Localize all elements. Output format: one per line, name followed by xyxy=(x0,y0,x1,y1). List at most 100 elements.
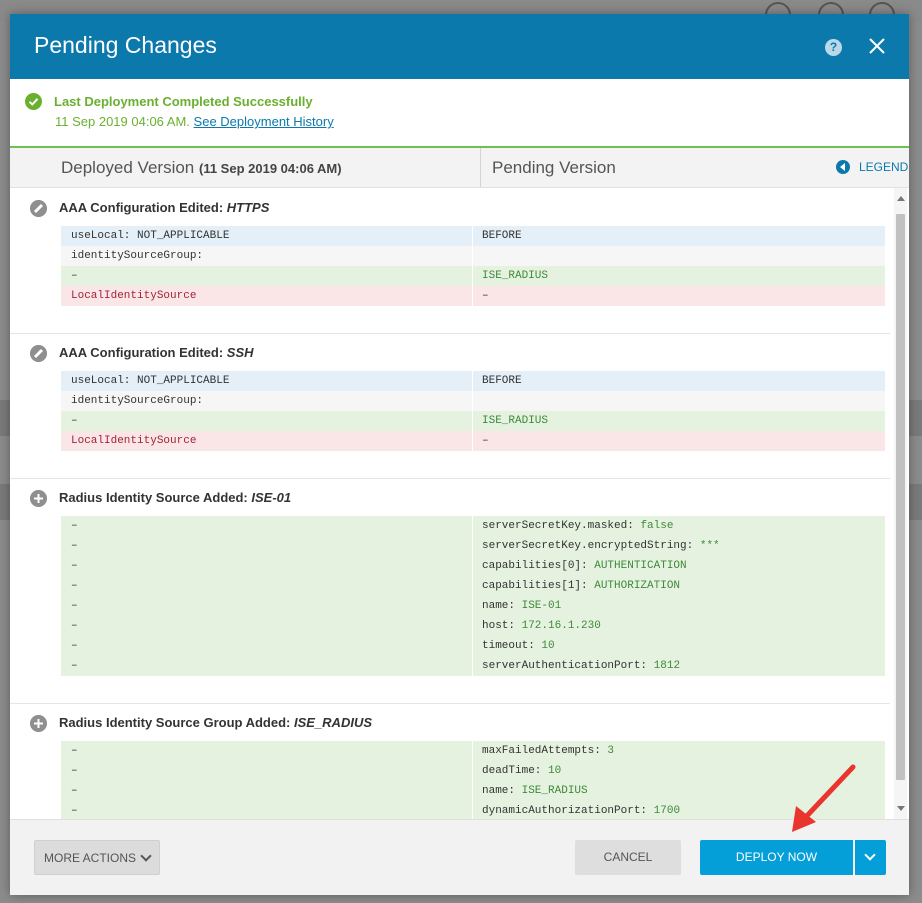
legend-button[interactable]: LEGEND xyxy=(836,160,908,174)
pending-value: ISE_RADIUS xyxy=(482,415,549,427)
deploy-options-dropdown[interactable] xyxy=(854,840,886,875)
change-section-object-name: ISE-01 xyxy=(251,490,292,505)
diff-row: – capabilities[0]: AUTHENTICATION xyxy=(61,556,885,576)
scroll-up-arrow[interactable] xyxy=(897,196,905,201)
modal-title: Pending Changes xyxy=(34,32,217,58)
pending-version-label: Pending Version xyxy=(492,158,616,177)
change-section-object-name: SSH xyxy=(226,345,254,360)
modal-footer: MORE ACTIONS CANCEL DEPLOY NOW xyxy=(10,819,909,895)
row-divider xyxy=(472,246,473,266)
row-divider xyxy=(472,781,473,801)
deployed-value: – xyxy=(71,660,78,672)
deployed-value: – xyxy=(71,270,78,282)
pending-value: name: ISE-01 xyxy=(482,596,561,616)
scroll-down-arrow[interactable] xyxy=(897,806,905,811)
row-divider xyxy=(472,801,473,819)
diff-row: LocalIdentitySource – xyxy=(61,286,885,306)
diff-row: useLocal: NOT_APPLICABLE BEFORE xyxy=(61,226,885,246)
diff-row: – name: ISE_RADIUS xyxy=(61,781,885,801)
scrollbar-thumb[interactable] xyxy=(896,214,905,780)
diff-row: – ISE_RADIUS xyxy=(61,266,885,286)
row-divider xyxy=(472,761,473,781)
diff-row: identitySourceGroup: xyxy=(61,246,885,266)
change-section-title: Radius Identity Source Added: ISE-01 xyxy=(59,490,291,505)
diff-row: useLocal: NOT_APPLICABLE BEFORE xyxy=(61,371,885,391)
pending-key: host: xyxy=(482,620,522,632)
deployed-value: useLocal: NOT_APPLICABLE xyxy=(71,375,230,387)
question-icon[interactable]: ? xyxy=(825,39,842,56)
row-divider xyxy=(472,556,473,576)
edit-icon xyxy=(30,345,47,362)
pending-value: name: ISE_RADIUS xyxy=(482,781,588,801)
diff-table: – serverSecretKey.masked: false – serverSec… xyxy=(61,516,885,676)
row-divider xyxy=(472,286,473,306)
deployed-value: – xyxy=(71,640,78,652)
deployed-value: – xyxy=(71,765,78,777)
deployed-value: identitySourceGroup: xyxy=(71,250,204,262)
status-date-text: 11 Sep 2019 04:06 AM. xyxy=(55,114,190,129)
pending-key: name: xyxy=(482,600,522,612)
deployed-value: – xyxy=(71,560,78,572)
legend-icon xyxy=(836,160,850,174)
pending-key: deadTime: xyxy=(482,765,549,777)
cancel-button[interactable]: CANCEL xyxy=(575,840,681,875)
pending-value: BEFORE xyxy=(482,230,522,242)
column-divider xyxy=(480,148,481,187)
pending-value: host: 172.16.1.230 xyxy=(482,616,601,636)
pending-key-value: 172.16.1.230 xyxy=(521,620,601,632)
change-section-title: AAA Configuration Edited: HTTPS xyxy=(59,200,269,215)
pending-key-value: 10 xyxy=(541,640,555,652)
close-icon[interactable] xyxy=(865,34,889,58)
pending-key-value: false xyxy=(640,520,674,532)
pending-key-value: 3 xyxy=(607,745,615,757)
deployed-version-label: Deployed Version (11 Sep 2019 04:06 AM) xyxy=(61,158,342,178)
pending-key-value: 1700 xyxy=(653,805,681,817)
row-divider xyxy=(472,226,473,246)
pending-key: maxFailedAttempts: xyxy=(482,745,608,757)
row-divider xyxy=(472,516,473,536)
pending-value: serverSecretKey.encryptedString: *** xyxy=(482,536,720,556)
diff-row: – ISE_RADIUS xyxy=(61,411,885,431)
row-divider xyxy=(472,576,473,596)
row-divider xyxy=(472,371,473,391)
deploy-now-button[interactable]: DEPLOY NOW xyxy=(700,840,853,875)
deployment-history-link[interactable]: See Deployment History xyxy=(194,114,334,129)
deployed-value: identitySourceGroup: xyxy=(71,395,204,407)
deployed-value: useLocal: NOT_APPLICABLE xyxy=(71,230,230,242)
change-section-title-prefix: Radius Identity Source Added: xyxy=(59,490,252,505)
change-section: Radius Identity Source Group Added: ISE_… xyxy=(10,703,890,819)
row-divider xyxy=(472,536,473,556)
deployed-value: – xyxy=(71,805,78,817)
change-section-title-prefix: AAA Configuration Edited: xyxy=(59,200,227,215)
pending-value: ISE_RADIUS xyxy=(482,270,549,282)
more-actions-button[interactable]: MORE ACTIONS xyxy=(34,840,160,875)
diff-row: – serverAuthenticationPort: 1812 xyxy=(61,656,885,676)
row-divider xyxy=(472,636,473,656)
pending-key-value: ISE_RADIUS xyxy=(521,785,588,797)
change-section-object-name: ISE_RADIUS xyxy=(293,715,373,730)
plus-icon xyxy=(30,490,47,507)
pending-key: capabilities[1]: xyxy=(482,580,595,592)
pending-value: capabilities[1]: AUTHORIZATION xyxy=(482,576,680,596)
deployed-version-title: Deployed Version xyxy=(61,158,195,177)
row-divider xyxy=(472,391,473,411)
diff-row: – deadTime: 10 xyxy=(61,761,885,781)
pending-value: – xyxy=(482,435,489,447)
pending-value: serverAuthenticationPort: 1812 xyxy=(482,656,680,676)
chevron-down-icon xyxy=(140,850,152,862)
diff-row: – timeout: 10 xyxy=(61,636,885,656)
pending-key: name: xyxy=(482,785,522,797)
diff-row: – maxFailedAttempts: 3 xyxy=(61,741,885,761)
pending-key: capabilities[0]: xyxy=(482,560,595,572)
diff-row: – host: 172.16.1.230 xyxy=(61,616,885,636)
diff-row: – capabilities[1]: AUTHORIZATION xyxy=(61,576,885,596)
edit-icon xyxy=(30,200,47,217)
deployed-value: – xyxy=(71,580,78,592)
pending-key-value: AUTHORIZATION xyxy=(594,580,681,592)
row-divider xyxy=(472,431,473,451)
change-section-title-prefix: Radius Identity Source Group Added: xyxy=(59,715,294,730)
changes-list[interactable]: AAA Configuration Edited: HTTPS useLocal:… xyxy=(10,188,909,819)
status-title: Last Deployment Completed Successfully xyxy=(54,94,313,109)
modal-header: Pending Changes ? xyxy=(10,14,909,79)
change-section-title-prefix: AAA Configuration Edited: xyxy=(59,345,227,360)
